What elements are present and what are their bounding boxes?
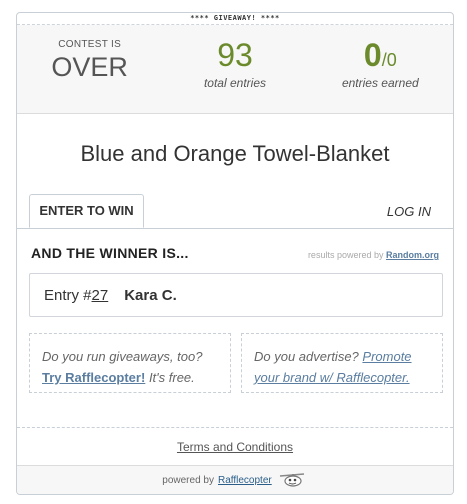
- entries-earned-count: 0/0: [308, 37, 453, 74]
- promo-left-suffix: It's free.: [148, 370, 195, 385]
- rafflecopter-logo-icon: [278, 470, 308, 491]
- tab-log-in[interactable]: LOG IN: [387, 204, 431, 219]
- section-divider: [17, 427, 453, 428]
- stats-bar: CONTEST IS OVER 93 total entries 0/0 ent…: [17, 25, 453, 114]
- footer-prefix: powered by: [162, 474, 214, 486]
- total-entries-label: total entries: [203, 76, 267, 90]
- try-rafflecopter-link[interactable]: Try Rafflecopter!: [42, 370, 145, 385]
- promo-row: Do you run giveaways, too? Try Rafflecop…: [29, 333, 443, 393]
- terms-link[interactable]: Terms and Conditions: [177, 440, 293, 454]
- random-org-credit: results powered by Random.org: [308, 250, 439, 260]
- winner-name: Kara C.: [124, 286, 177, 304]
- total-entries-stat: 93 total entries: [162, 25, 307, 113]
- promo-advertise: Do you advertise? Promote your brand w/ …: [241, 333, 443, 393]
- winner-heading: AND THE WINNER IS...: [31, 245, 189, 261]
- contest-status-label: CONTEST IS: [58, 39, 122, 50]
- rafflecopter-link[interactable]: Rafflecopter: [218, 475, 272, 486]
- entries-earned-stat: 0/0 entries earned: [308, 25, 453, 113]
- tab-bar: ENTER TO WIN LOG IN: [17, 194, 453, 229]
- random-org-link[interactable]: Random.org: [386, 250, 439, 260]
- giveaway-title: Blue and Orange Towel-Blanket: [80, 141, 390, 166]
- entry-number-link[interactable]: 27: [92, 287, 109, 304]
- giveaway-widget: **** GIVEAWAY! **** CONTEST IS OVER 93 t…: [16, 12, 454, 495]
- promo-left-text: Do you run giveaways, too?: [42, 349, 203, 364]
- entry-prefix: Entry #: [44, 286, 92, 304]
- random-org-prefix: results powered by: [307, 250, 384, 260]
- contest-status-value: OVER: [51, 52, 128, 82]
- entries-earned-total: /0: [381, 50, 397, 70]
- terms-section: Terms and Conditions: [17, 440, 453, 454]
- winning-entry: Entry #27 Kara C.: [29, 273, 443, 317]
- contest-status: CONTEST IS OVER: [17, 25, 162, 113]
- entries-earned-label: entries earned: [341, 76, 419, 90]
- promo-run-giveaways: Do you run giveaways, too? Try Rafflecop…: [29, 333, 231, 393]
- tab-enter-to-win[interactable]: ENTER TO WIN: [29, 194, 144, 228]
- entries-earned-value: 0: [363, 37, 382, 73]
- promo-right-text: Do you advertise?: [254, 349, 359, 364]
- giveaway-banner: **** GIVEAWAY! ****: [17, 13, 453, 25]
- footer: powered by Rafflecopter: [17, 465, 453, 494]
- total-entries-count: 93: [217, 37, 253, 73]
- winner-header: AND THE WINNER IS... results powered by …: [17, 245, 453, 261]
